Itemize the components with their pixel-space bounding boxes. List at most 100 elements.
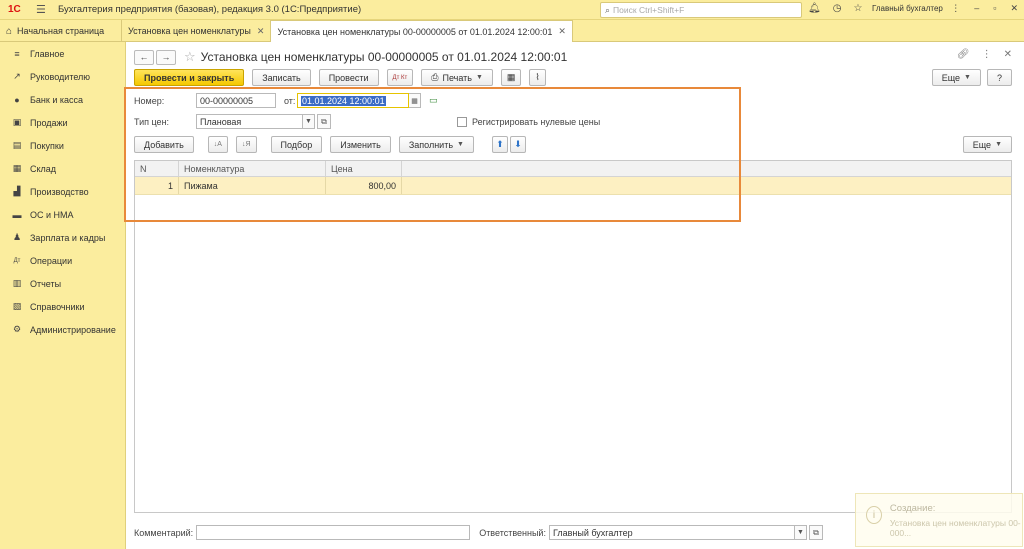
sidebar-item-catalogs[interactable]: ▧ Справочники <box>0 295 125 318</box>
date-field[interactable]: 01.01.2024 12:00:01 <box>297 93 409 108</box>
dt-kt-icon: Дт Кт <box>392 74 408 81</box>
price-type-dropdown[interactable]: ▼ <box>303 114 315 129</box>
sort-desc-button[interactable]: ↓Я <box>235 136 257 153</box>
close-tab-icon[interactable]: ✕ <box>558 26 566 37</box>
pick-button[interactable]: Подбор <box>270 136 323 153</box>
global-search-input[interactable]: ⌕ Поиск Ctrl+Shift+F <box>600 2 802 18</box>
structure-icon: ▦ <box>506 72 516 82</box>
chevron-down-icon: ▼ <box>475 74 483 81</box>
close-window-icon[interactable]: ✕ <box>1010 3 1018 14</box>
sidebar-item-admin[interactable]: ⚙ Администрирование <box>0 318 125 341</box>
sidebar-item-label: Справочники <box>30 301 85 312</box>
print-label: Печать <box>442 72 472 83</box>
sidebar-item-label: Продажи <box>30 117 68 128</box>
attach-file-button[interactable]: ⌇ <box>529 69 546 86</box>
sidebar-item-warehouse[interactable]: ▦ Склад <box>0 157 125 180</box>
window-more-icon[interactable]: ⋮ <box>951 3 960 14</box>
calendar-button[interactable]: ▦ <box>409 93 421 108</box>
column-header-n[interactable]: N <box>135 161 179 176</box>
sidebar-item-assets[interactable]: ▬ ОС и НМА <box>0 203 125 226</box>
gear-icon: ⚙ <box>12 324 22 334</box>
change-button[interactable]: Изменить <box>330 136 391 153</box>
notification-toast[interactable]: i Создание: Установка цен номенклатуры 0… <box>855 493 1023 547</box>
table-more-button[interactable]: Еще ▼ <box>962 136 1012 153</box>
forward-button[interactable]: → <box>156 49 176 65</box>
more-label: Еще <box>972 139 992 150</box>
info-icon: i <box>866 506 882 524</box>
table-header: N Номенклатура Цена <box>135 161 1011 177</box>
more-icon[interactable]: ⋮ <box>982 49 992 60</box>
tab-home[interactable]: ⌂ Начальная страница <box>0 20 122 42</box>
row-price[interactable]: 800,00 <box>326 177 402 194</box>
post-button[interactable]: Провести <box>318 69 379 86</box>
sidebar-item-purchases[interactable]: ▤ Покупки <box>0 134 125 157</box>
restore-icon[interactable]: ▫ <box>993 3 996 14</box>
history-icon[interactable]: ◷ <box>833 3 842 14</box>
sidebar-item-label: Администрирование <box>30 324 116 335</box>
responsible-dropdown[interactable]: ▼ <box>794 525 807 540</box>
more-label: Еще <box>941 72 961 83</box>
fill-button[interactable]: Заполнить ▼ <box>398 136 474 153</box>
favorites-star-icon[interactable]: ☆ <box>853 3 862 14</box>
link-icon[interactable]: 🔗︎ <box>957 49 970 60</box>
column-header-item[interactable]: Номенклатура <box>179 161 326 176</box>
help-button[interactable]: ? <box>986 69 1012 86</box>
comment-field[interactable] <box>196 525 471 540</box>
zero-prices-checkbox[interactable] <box>457 116 467 127</box>
post-and-close-button[interactable]: Провести и закрыть <box>134 69 245 86</box>
close-tab-icon[interactable]: ✕ <box>257 26 265 37</box>
dt-kt-icon: Дт <box>13 257 21 264</box>
dt-kt-button[interactable]: Дт Кт <box>386 69 414 86</box>
sidebar-item-label: Покупки <box>30 140 64 151</box>
tab-label: Начальная страница <box>17 26 105 36</box>
paperclip-icon: ⌇ <box>535 72 540 82</box>
save-button[interactable]: Записать <box>252 69 311 86</box>
sidebar-item-salary[interactable]: ♟ Зарплата и кадры <box>0 226 125 249</box>
price-type-label: Тип цен: <box>134 116 170 127</box>
date-label: от: <box>284 95 296 106</box>
minimize-icon[interactable]: – <box>974 3 979 14</box>
more-actions-button[interactable]: Еще ▼ <box>931 69 981 86</box>
print-button[interactable]: ⎙ Печать ▼ <box>421 69 493 86</box>
app-title: Бухгалтерия предприятия (базовая), редак… <box>58 4 362 15</box>
number-label: Номер: <box>134 95 165 106</box>
open-value-icon[interactable]: ▭ <box>429 95 438 106</box>
add-row-button[interactable]: Добавить <box>134 136 194 153</box>
open-price-type-button[interactable]: ⧉ <box>317 114 331 129</box>
number-field[interactable]: 00-00000005 <box>196 93 276 108</box>
search-placeholder: Поиск Ctrl+Shift+F <box>613 5 685 15</box>
close-form-icon[interactable]: ✕ <box>1004 49 1012 60</box>
back-button[interactable]: ← <box>134 49 154 65</box>
sidebar-item-production[interactable]: ▟ Производство <box>0 180 125 203</box>
arrow-up-icon: ⬆ <box>496 139 504 149</box>
tab-price-list[interactable]: Установка цен номенклатуры ✕ <box>122 20 272 42</box>
favorite-star-icon[interactable]: ☆ <box>184 49 196 65</box>
open-tabs-bar: ⌂ Начальная страница Установка цен номен… <box>0 20 1024 42</box>
tab-price-document[interactable]: Установка цен номенклатуры 00-00000005 о… <box>271 20 573 42</box>
price-type-field[interactable]: Плановая <box>196 114 303 129</box>
sidebar-item-sales[interactable]: ▣ Продажи <box>0 111 125 134</box>
move-down-button[interactable]: ⬇ <box>509 136 526 153</box>
book-icon: ▧ <box>12 301 22 311</box>
sidebar-item-reports[interactable]: ▥ Отчеты <box>0 272 125 295</box>
current-user[interactable]: Главный бухгалтер <box>872 4 943 13</box>
sidebar-item-label: Руководителю <box>30 71 91 82</box>
responsible-field[interactable]: Главный бухгалтер <box>548 525 795 540</box>
sidebar-item-label: Операции <box>30 255 73 266</box>
table-row[interactable]: 1 Пижама 800,00 <box>135 177 1011 195</box>
move-up-button[interactable]: ⬆ <box>491 136 508 153</box>
bell-icon[interactable]: 🔔︎ <box>808 3 821 14</box>
sidebar-item-operations[interactable]: Дт Операции <box>0 249 125 272</box>
structure-button[interactable]: ▦ <box>500 69 522 86</box>
main-menu-icon[interactable]: ☰ <box>36 3 50 16</box>
printer-icon: ⎙ <box>431 72 439 82</box>
open-responsible-button[interactable]: ⧉ <box>808 525 823 540</box>
bar-chart-icon: ▥ <box>12 278 22 288</box>
sidebar-item-bank[interactable]: ● Банк и касса <box>0 88 125 111</box>
sidebar-item-manager[interactable]: ↗ Руководителю <box>0 65 125 88</box>
column-header-price[interactable]: Цена <box>326 161 402 176</box>
notification-title: Создание: <box>889 503 936 514</box>
sort-asc-button[interactable]: ↓A <box>207 136 228 153</box>
sidebar-item-main[interactable]: ≡ Главное <box>0 42 125 65</box>
row-item[interactable]: Пижама <box>179 177 326 194</box>
